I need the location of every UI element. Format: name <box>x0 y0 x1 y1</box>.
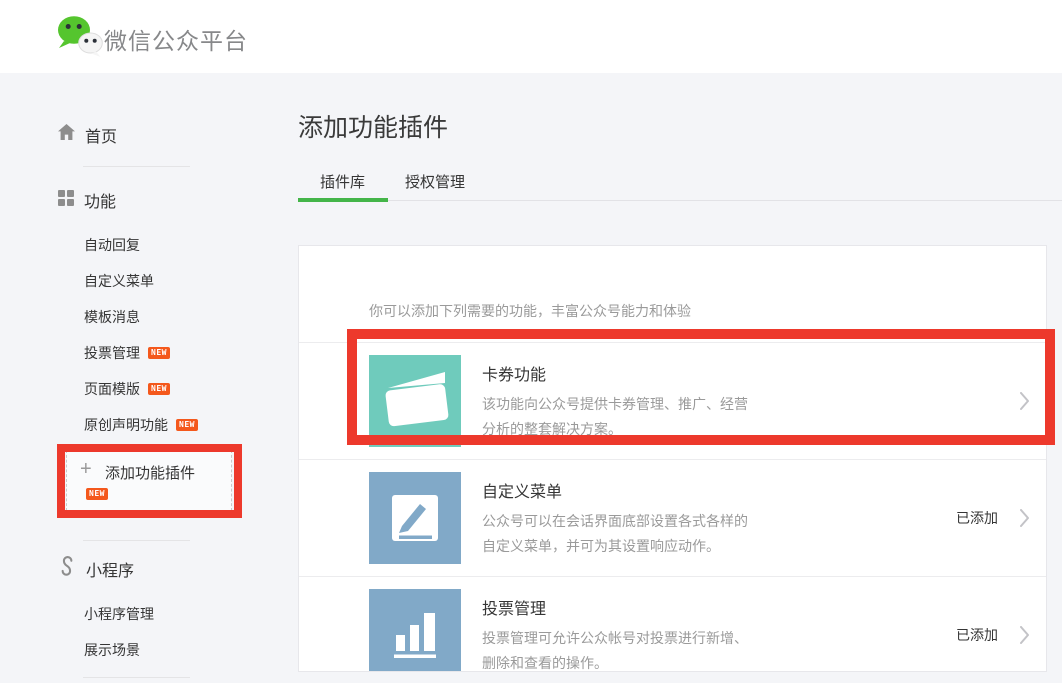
tab-underline-track <box>298 200 1062 201</box>
sidebar-item-template-message[interactable]: 模板消息 <box>84 307 140 327</box>
annotation-box-sidebar-add-plugin <box>57 444 242 518</box>
plugin-library-card: 你可以添加下列需要的功能，丰富公众号能力和体验 卡券功能 该功能向公众号提供卡券… <box>298 245 1047 672</box>
sidebar: 首页 功能 自动回复 自定义菜单 模板消息 投票管理 NEW <box>0 72 298 683</box>
page-title: 添加功能插件 <box>298 108 448 144</box>
plugin-row-vote-management[interactable]: 投票管理 投票管理可允许公众帐号对投票进行新增、 删除和查看的操作。 已添加 <box>299 576 1046 672</box>
sidebar-item-label: 自定义菜单 <box>84 271 154 291</box>
plugin-text: 投票管理 投票管理可允许公众帐号对投票进行新增、 删除和查看的操作。 <box>482 595 956 673</box>
plugin-name: 自定义菜单 <box>482 478 956 502</box>
plugin-description-line: 删除和查看的操作。 <box>482 651 956 673</box>
plugin-description-line: 公众号可以在会话界面底部设置各式各样的 <box>482 509 956 534</box>
sidebar-divider <box>83 677 190 678</box>
sidebar-item-label: 小程序管理 <box>84 604 154 624</box>
status-added: 已添加 <box>956 625 998 645</box>
new-badge: NEW <box>148 347 170 359</box>
sidebar-item-label: 首页 <box>85 123 117 147</box>
sidebar-item-label: 页面模版 <box>84 379 140 399</box>
sidebar-item-label: 原创声明功能 <box>84 415 168 435</box>
sidebar-divider <box>83 540 190 541</box>
sidebar-item-label: 展示场景 <box>84 640 140 660</box>
page: 微信公众平台 首页 功能 自动回复 自定义菜单 <box>0 0 1062 683</box>
plugin-description-line: 投票管理可允许公众帐号对投票进行新增、 <box>482 626 956 651</box>
sidebar-item-page-template[interactable]: 页面模版 NEW <box>84 379 170 399</box>
sidebar-item-label: 小程序 <box>86 557 134 581</box>
sidebar-item-label: 投票管理 <box>84 343 140 363</box>
plugin-description-line: 自定义菜单，并可为其设置响应动作。 <box>482 534 956 559</box>
grid-icon <box>57 189 75 212</box>
chevron-right-icon <box>1020 626 1030 644</box>
plugin-name: 投票管理 <box>482 595 956 619</box>
sidebar-item-custom-menu[interactable]: 自定义菜单 <box>84 271 154 291</box>
custom-menu-pencil-icon <box>369 472 461 564</box>
tab-active-indicator <box>298 198 388 202</box>
plugin-description: 公众号可以在会话界面底部设置各式各样的 自定义菜单，并可为其设置响应动作。 <box>482 509 956 559</box>
home-icon <box>57 123 76 147</box>
sidebar-item-vote-management[interactable]: 投票管理 NEW <box>84 343 170 363</box>
status-added: 已添加 <box>956 508 998 528</box>
vote-bar-chart-icon <box>369 589 461 672</box>
chevron-right-icon <box>1020 509 1030 527</box>
plugin-row-custom-menu[interactable]: 自定义菜单 公众号可以在会话界面底部设置各式各样的 自定义菜单，并可为其设置响应… <box>299 459 1046 576</box>
sidebar-item-miniprogram[interactable]: 小程序 <box>57 556 134 582</box>
sidebar-item-label: 功能 <box>84 188 116 212</box>
sidebar-item-home[interactable]: 首页 <box>57 123 117 147</box>
plugin-description: 投票管理可允许公众帐号对投票进行新增、 删除和查看的操作。 <box>482 626 956 673</box>
wechat-logo-icon <box>55 13 105 64</box>
tab-plugin-library[interactable]: 插件库 <box>320 171 365 192</box>
top-header: 微信公众平台 <box>0 0 1062 73</box>
intro-text: 你可以添加下列需要的功能，丰富公众号能力和体验 <box>369 301 1046 321</box>
platform-title: 微信公众平台 <box>104 22 248 56</box>
sidebar-item-label: 自动回复 <box>84 235 140 255</box>
sidebar-item-label: 模板消息 <box>84 307 140 327</box>
sidebar-item-original-statement[interactable]: 原创声明功能 NEW <box>84 415 198 435</box>
sidebar-divider <box>83 166 190 167</box>
annotation-box-card-coupon-row <box>347 329 1055 445</box>
tab-authorization-management[interactable]: 授权管理 <box>405 171 465 192</box>
sidebar-item-miniprogram-management[interactable]: 小程序管理 <box>84 604 154 624</box>
sidebar-item-display-scene[interactable]: 展示场景 <box>84 640 140 660</box>
sidebar-item-auto-reply[interactable]: 自动回复 <box>84 235 140 255</box>
new-badge: NEW <box>176 419 198 431</box>
plugin-text: 自定义菜单 公众号可以在会话界面底部设置各式各样的 自定义菜单，并可为其设置响应… <box>482 478 956 559</box>
sidebar-item-function[interactable]: 功能 <box>57 188 116 212</box>
miniprogram-s-icon <box>57 556 77 582</box>
new-badge: NEW <box>148 383 170 395</box>
